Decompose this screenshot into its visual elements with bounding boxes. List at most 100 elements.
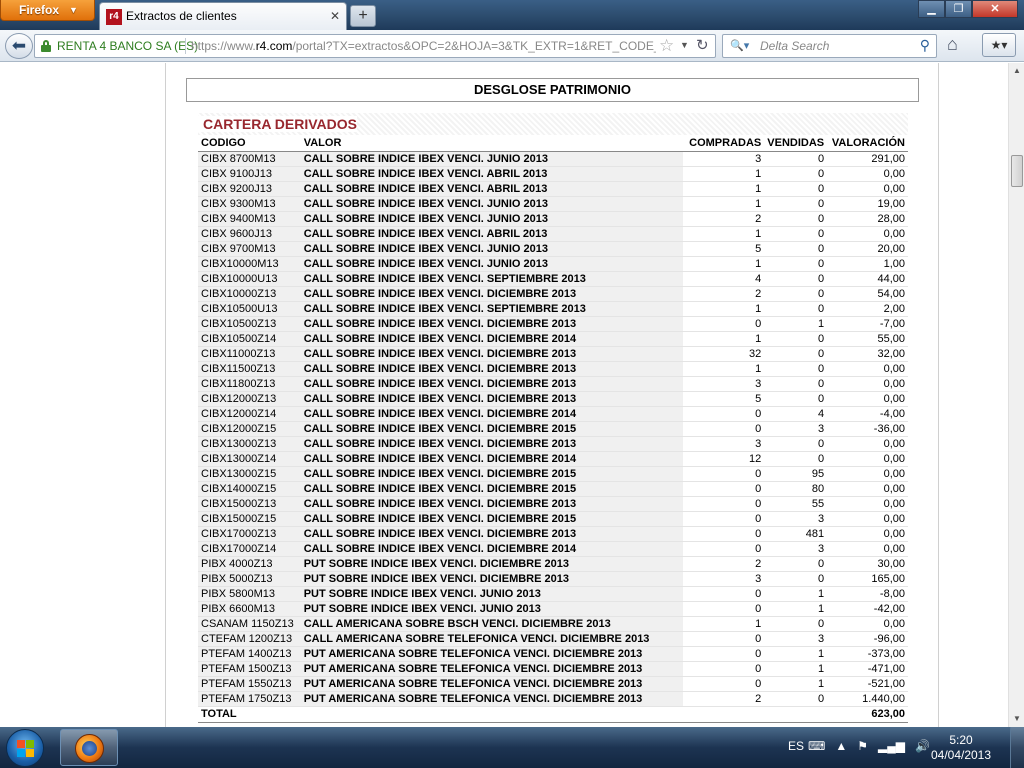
page-container: DESGLOSE PATRIMONIO CARTERA DERIVADOS CO… (165, 63, 939, 727)
row-vendidas: 0 (764, 571, 828, 587)
row-codigo: CIBX 9100J13 (198, 166, 301, 182)
address-bar[interactable]: RENTA 4 BANCO SA (ES) https://www.r4.com… (34, 34, 716, 58)
browser-tab[interactable]: r4 Extractos de clientes ✕ (99, 2, 347, 30)
network-signal-icon[interactable]: ▂▄▆ (878, 739, 905, 753)
row-valoracion: 165,00 (827, 571, 908, 587)
firefox-menu-button[interactable]: Firefox ▼ (0, 0, 95, 21)
row-valor: CALL SOBRE INDICE IBEX VENCI. JUNIO 2013 (300, 196, 683, 212)
row-valoracion: 55,00 (827, 331, 908, 347)
close-window-button[interactable]: ✕ (972, 0, 1018, 18)
row-compradas: 0 (682, 541, 765, 557)
back-button[interactable]: ⬅ (5, 33, 33, 59)
table-row: CIBX 9400M13 CALL SOBRE INDICE IBEX VENCI… (198, 211, 908, 227)
new-tab-button[interactable]: + (350, 5, 376, 27)
firefox-menu-label: Firefox (19, 3, 60, 17)
table-row: CIBX12000Z14 CALL SOBRE INDICE IBEX VENCI… (198, 406, 908, 422)
row-valoracion: 0,00 (827, 616, 908, 632)
minimize-button[interactable]: ▁ (918, 0, 945, 18)
row-vendidas: 0 (764, 181, 828, 197)
table-row: CIBX15000Z13 CALL SOBRE INDICE IBEX VENCI… (198, 496, 908, 512)
url-text[interactable]: https://www.r4.com/portal?TX=extractos&O… (191, 39, 656, 53)
row-valoracion: -42,00 (827, 601, 908, 617)
row-valoracion: 1.440,00 (827, 691, 908, 707)
tab-title: Extractos de clientes (126, 9, 237, 23)
row-codigo: CSANAM 1150Z13 (198, 616, 301, 632)
row-codigo: PIBX 5000Z13 (198, 571, 301, 587)
row-valor: CALL SOBRE INDICE IBEX VENCI. DICIEMBRE … (300, 406, 683, 422)
row-valor: CALL SOBRE INDICE IBEX VENCI. DICIEMBRE … (300, 331, 683, 347)
row-codigo: CIBX10000M13 (198, 256, 301, 272)
row-compradas: 32 (682, 346, 765, 362)
row-vendidas: 0 (764, 166, 828, 182)
close-tab-icon[interactable]: ✕ (330, 9, 340, 23)
row-valor: PUT AMERICANA SOBRE TELEFONICA VENCI. DI… (300, 691, 683, 707)
row-vendidas: 0 (764, 301, 828, 317)
row-codigo: CIBX 8700M13 (198, 151, 301, 167)
bookmarks-menu-button[interactable]: ★▾ (982, 33, 1016, 57)
language-indicator[interactable]: ES (788, 739, 804, 753)
row-compradas: 0 (682, 511, 765, 527)
row-compradas: 1 (682, 301, 765, 317)
table-row: CIBX11800Z13 CALL SOBRE INDICE IBEX VENCI… (198, 376, 908, 392)
keyboard-icon[interactable]: ⌨ (808, 739, 825, 753)
volume-icon[interactable]: 🔊 (915, 739, 930, 753)
row-codigo: PIBX 6600M13 (198, 601, 301, 617)
row-codigo: CIBX15000Z13 (198, 496, 301, 512)
firefox-taskbar-button[interactable] (60, 729, 118, 766)
scroll-down-arrow-icon[interactable]: ▼ (1009, 711, 1024, 727)
clock[interactable]: 5:20 04/04/2013 (930, 733, 992, 763)
row-compradas: 0 (682, 316, 765, 332)
home-icon[interactable]: ⌂ (947, 34, 958, 55)
row-codigo: CIBX10500Z14 (198, 331, 301, 347)
reload-icon[interactable]: ↻ (696, 36, 709, 54)
row-vendidas: 80 (764, 481, 828, 497)
table-row: CIBX10500Z14 CALL SOBRE INDICE IBEX VENCI… (198, 331, 908, 347)
site-identity-label[interactable]: RENTA 4 BANCO SA (ES) (57, 39, 198, 53)
row-vendidas: 0 (764, 361, 828, 377)
table-row: CTEFAM 1200Z13 CALL AMERICANA SOBRE TELEF… (198, 631, 908, 647)
start-button[interactable] (6, 729, 44, 767)
row-valoracion: -521,00 (827, 676, 908, 692)
row-codigo: CIBX10000U13 (198, 271, 301, 287)
vertical-scrollbar[interactable]: ▲ ▼ (1008, 63, 1024, 727)
show-hidden-icons-icon[interactable]: ▲ (835, 739, 847, 753)
row-vendidas: 3 (764, 541, 828, 557)
scrollbar-thumb[interactable] (1011, 155, 1023, 187)
url-history-dropdown-icon[interactable]: ▼ (680, 40, 689, 50)
search-engine-icon[interactable]: 🔍▾ (730, 39, 749, 52)
row-compradas: 0 (682, 406, 765, 422)
show-desktop-button[interactable] (1010, 727, 1024, 768)
row-codigo: CIBX10500U13 (198, 301, 301, 317)
table-row: PTEFAM 1750Z13 PUT AMERICANA SOBRE TELEFO… (198, 691, 908, 707)
navigation-toolbar: ⬅ RENTA 4 BANCO SA (ES) https://www.r4.c… (0, 30, 1024, 62)
search-go-icon[interactable]: ⚲ (920, 37, 930, 54)
table-row: CIBX12000Z15 CALL SOBRE INDICE IBEX VENCI… (198, 421, 908, 437)
table-title-bar: CARTERA DERIVADOS (198, 113, 908, 135)
row-codigo: CIBX13000Z15 (198, 466, 301, 482)
system-tray: ⌨ ▲ ⚑ ▂▄▆ 🔊 (808, 739, 930, 753)
bookmark-star-icon[interactable]: ☆ (659, 36, 674, 56)
row-valor: CALL SOBRE INDICE IBEX VENCI. JUNIO 2013 (300, 151, 683, 167)
row-valoracion: 0,00 (827, 511, 908, 527)
row-compradas: 0 (682, 421, 765, 437)
row-valoracion: -373,00 (827, 646, 908, 662)
row-vendidas: 0 (764, 241, 828, 257)
row-codigo: CIBX17000Z13 (198, 526, 301, 542)
row-compradas: 0 (682, 646, 765, 662)
row-vendidas: 0 (764, 256, 828, 272)
action-center-flag-icon[interactable]: ⚑ (857, 739, 868, 753)
row-compradas: 3 (682, 571, 765, 587)
maximize-button[interactable]: ❐ (945, 0, 972, 18)
row-compradas: 12 (682, 451, 765, 467)
table-row: PIBX 4000Z13 PUT SOBRE INDICE IBEX VENCI.… (198, 556, 908, 572)
search-box[interactable]: 🔍▾ Delta Search ⚲ (722, 34, 937, 58)
row-compradas: 1 (682, 181, 765, 197)
url-domain: r4.com (255, 39, 293, 53)
row-compradas: 1 (682, 331, 765, 347)
table-row: CIBX 9600J13 CALL SOBRE INDICE IBEX VENCI… (198, 226, 908, 242)
row-compradas: 5 (682, 241, 765, 257)
window-title-bar: Firefox ▼ r4 Extractos de clientes ✕ + ▁ … (0, 0, 1024, 30)
scroll-up-arrow-icon[interactable]: ▲ (1009, 63, 1024, 79)
row-codigo: CIBX 9200J13 (198, 181, 301, 197)
table-header-row: CODIGO VALOR COMPRADAS VENDIDAS VALORACI… (198, 136, 908, 152)
